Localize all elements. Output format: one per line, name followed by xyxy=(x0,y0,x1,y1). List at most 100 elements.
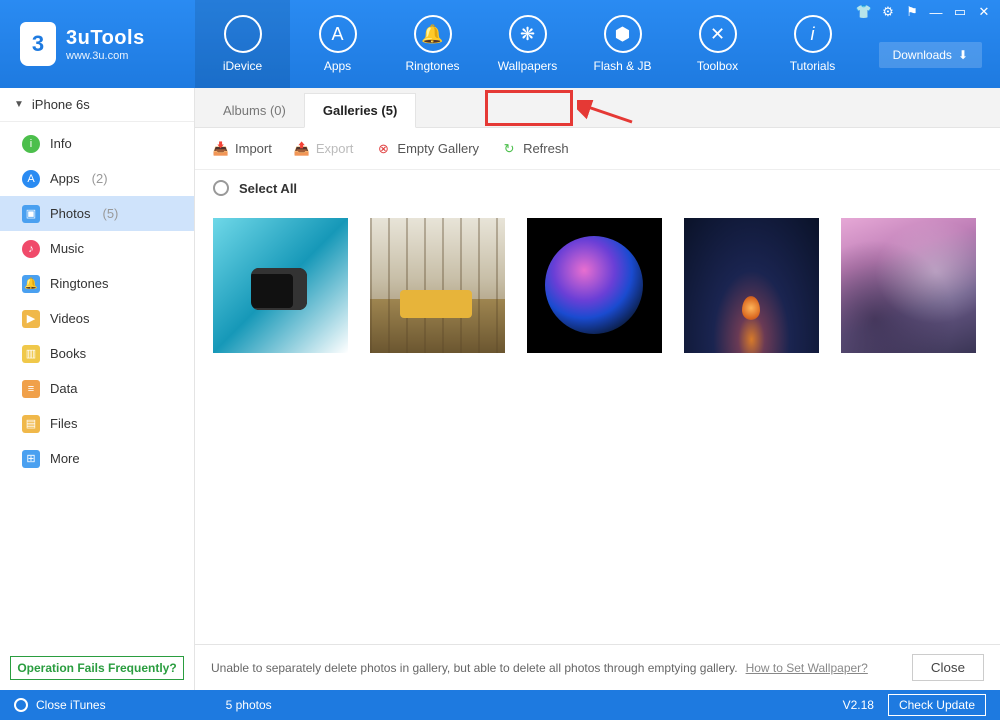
tab-bar: Albums (0) Galleries (5) xyxy=(195,88,1000,128)
info-icon: i xyxy=(794,15,832,53)
download-icon: ⬇ xyxy=(958,48,968,62)
toolbar-label: Empty Gallery xyxy=(397,141,479,156)
pin-icon[interactable]: ⚑ xyxy=(904,4,920,20)
radio-unchecked-icon[interactable] xyxy=(213,180,229,196)
import-button[interactable]: 📥 Import xyxy=(213,141,272,157)
select-all-row[interactable]: Select All xyxy=(195,170,1000,206)
nav-tutorials[interactable]: i Tutorials xyxy=(765,0,860,88)
tools-icon: ✕ xyxy=(699,15,737,53)
minimize-icon[interactable]: — xyxy=(928,4,944,20)
nav-label: Wallpapers xyxy=(498,59,558,73)
close-itunes-button[interactable]: Close iTunes xyxy=(36,698,106,712)
logo-text: 3uTools www.3u.com xyxy=(66,27,145,62)
flower-icon: ❋ xyxy=(509,15,547,53)
sidebar-item-label: Books xyxy=(50,346,86,361)
more-icon: ⊞ xyxy=(22,450,40,468)
music-icon: ♪ xyxy=(22,240,40,258)
nav-label: Tutorials xyxy=(790,59,836,73)
tab-albums[interactable]: Albums (0) xyxy=(205,94,304,127)
book-icon: ▥ xyxy=(22,345,40,363)
import-icon: 📥 xyxy=(213,141,229,157)
photo-thumbnail[interactable] xyxy=(841,218,976,353)
sidebar-item-info[interactable]: i Info xyxy=(0,126,194,161)
nav-apps[interactable]: A Apps xyxy=(290,0,385,88)
device-selector[interactable]: ▼ iPhone 6s xyxy=(0,88,194,122)
photo-thumbnail[interactable] xyxy=(684,218,819,353)
nav-wallpapers[interactable]: ❋ Wallpapers xyxy=(480,0,575,88)
sidebar-item-music[interactable]: ♪ Music xyxy=(0,231,194,266)
sidebar-item-label: Data xyxy=(50,381,77,396)
nav-label: Flash & JB xyxy=(593,59,651,73)
chevron-down-icon: ▼ xyxy=(14,99,24,110)
select-all-label: Select All xyxy=(239,181,297,196)
sidebar-list: iInfo AApps(2) ▣Photos(5) ♪Music 🔔Ringto… xyxy=(0,122,194,656)
refresh-icon: ↻ xyxy=(501,141,517,157)
sidebar-item-more[interactable]: ⊞ More xyxy=(0,441,194,476)
export-button: 📤Export xyxy=(294,141,354,157)
app-logo-icon: 3 xyxy=(20,22,56,66)
main-panel: Albums (0) Galleries (5) 📥 Import 📤Export… xyxy=(195,88,1000,690)
check-update-button[interactable]: Check Update xyxy=(888,694,986,716)
close-button[interactable]: Close xyxy=(912,654,984,681)
nav-label: Apps xyxy=(324,59,351,73)
app-body: ▼ iPhone 6s iInfo AApps(2) ▣Photos(5) ♪M… xyxy=(0,88,1000,690)
photo-thumbnail[interactable] xyxy=(527,218,662,353)
logo-area: 3 3uTools www.3u.com xyxy=(0,22,195,66)
tab-galleries[interactable]: Galleries (5) xyxy=(304,93,416,128)
sidebar-item-label: Files xyxy=(50,416,77,431)
apple-icon xyxy=(224,15,262,53)
close-circle-icon: ⊗ xyxy=(375,141,391,157)
nav-toolbox[interactable]: ✕ Toolbox xyxy=(670,0,765,88)
nav-label: Toolbox xyxy=(697,59,738,73)
sidebar-item-ringtones[interactable]: 🔔Ringtones xyxy=(0,266,194,301)
empty-gallery-button[interactable]: ⊗ Empty Gallery xyxy=(375,141,479,157)
tshirt-icon[interactable]: 👕 xyxy=(856,4,872,20)
info-icon: i xyxy=(22,135,40,153)
toolbar-label: Import xyxy=(235,141,272,156)
toolbar-label: Export xyxy=(316,141,354,156)
app-header: 3 3uTools www.3u.com iDevice A Apps 🔔 Ri… xyxy=(0,0,1000,88)
status-bar: Close iTunes 5 photos V2.18 Check Update xyxy=(0,690,1000,720)
sidebar-item-count: (2) xyxy=(92,171,108,186)
device-name: iPhone 6s xyxy=(32,97,90,112)
files-icon: ▤ xyxy=(22,415,40,433)
sidebar-item-photos[interactable]: ▣Photos(5) xyxy=(0,196,194,231)
sidebar-item-label: Apps xyxy=(50,171,80,186)
operation-fails-link[interactable]: Operation Fails Frequently? xyxy=(10,656,184,680)
info-bar: Unable to separately delete photos in ga… xyxy=(195,644,1000,690)
toolbar: 📥 Import 📤Export ⊗ Empty Gallery ↻ Refresh xyxy=(195,128,1000,170)
photo-thumbnail[interactable] xyxy=(213,218,348,353)
photo-gallery xyxy=(195,206,1000,644)
sidebar-item-files[interactable]: ▤ Files xyxy=(0,406,194,441)
nav-ringtones[interactable]: 🔔 Ringtones xyxy=(385,0,480,88)
apps-icon: A xyxy=(319,15,357,53)
sidebar-item-label: Info xyxy=(50,136,72,151)
bell-icon: 🔔 xyxy=(414,15,452,53)
bell-icon: 🔔 xyxy=(22,275,40,293)
sidebar: ▼ iPhone 6s iInfo AApps(2) ▣Photos(5) ♪M… xyxy=(0,88,195,690)
nav-idevice[interactable]: iDevice xyxy=(195,0,290,88)
nav-flash-jb[interactable]: ⬢ Flash & JB xyxy=(575,0,670,88)
nav-label: Ringtones xyxy=(405,59,459,73)
maximize-icon[interactable]: ▭ xyxy=(952,4,968,20)
close-icon[interactable]: ✕ xyxy=(976,4,992,20)
sidebar-item-apps[interactable]: AApps(2) xyxy=(0,161,194,196)
annotation-arrow-icon xyxy=(577,100,637,128)
sidebar-item-label: Music xyxy=(50,241,84,256)
sidebar-item-label: More xyxy=(50,451,80,466)
window-controls: 👕 ⚙ ⚑ — ▭ ✕ xyxy=(856,4,992,20)
app-name: 3uTools xyxy=(66,27,145,50)
gear-icon[interactable]: ⚙ xyxy=(880,4,896,20)
app-site: www.3u.com xyxy=(66,50,145,62)
sidebar-item-videos[interactable]: ▶Videos xyxy=(0,301,194,336)
sidebar-item-label: Photos xyxy=(50,206,90,221)
sidebar-item-data[interactable]: ≡Data xyxy=(0,371,194,406)
downloads-button[interactable]: Downloads ⬇ xyxy=(879,42,982,68)
sidebar-item-books[interactable]: ▥ Books xyxy=(0,336,194,371)
photo-thumbnail[interactable] xyxy=(370,218,505,353)
annotation-highlight xyxy=(485,90,573,126)
toolbar-label: Refresh xyxy=(523,141,569,156)
refresh-button[interactable]: ↻ Refresh xyxy=(501,141,569,157)
video-icon: ▶ xyxy=(22,310,40,328)
how-to-link[interactable]: How to Set Wallpaper? xyxy=(746,661,868,675)
